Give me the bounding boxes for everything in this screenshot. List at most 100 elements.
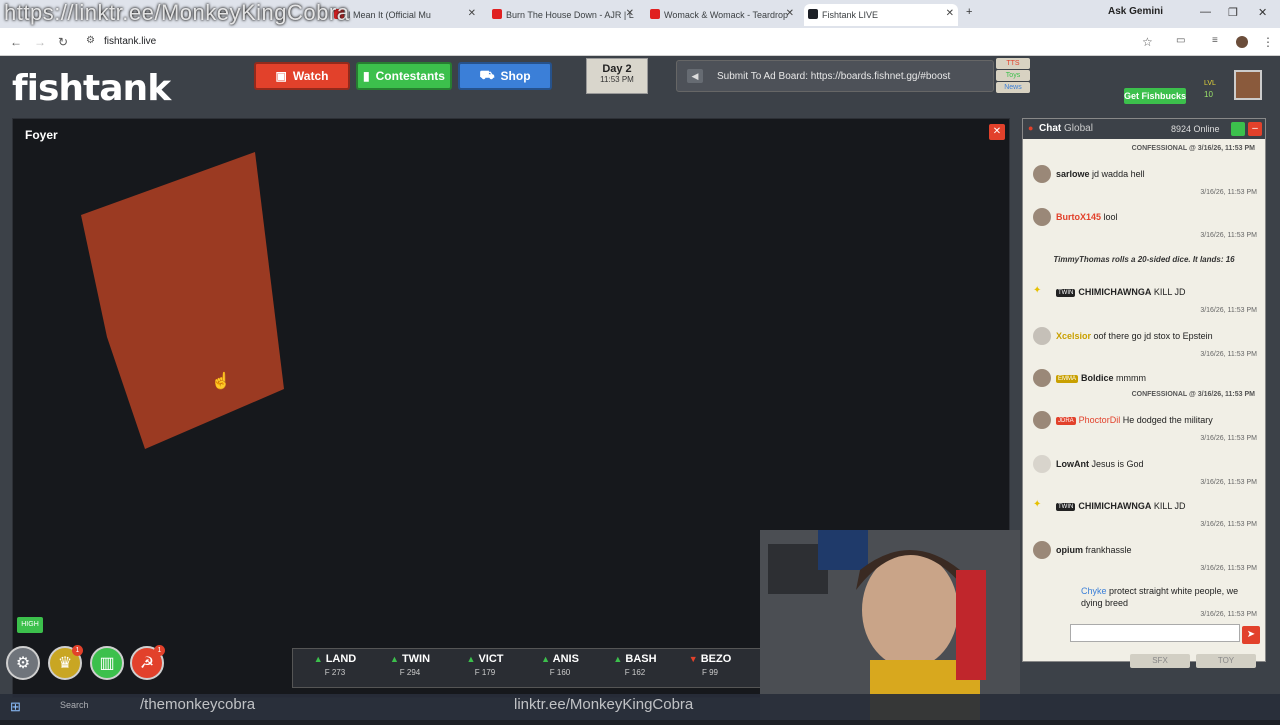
stream-watermark: https://linktr.ee/MonkeyKingCobra <box>4 0 350 25</box>
red-block <box>81 152 284 449</box>
get-fishbucks-button[interactable]: Get Fishbucks <box>1124 88 1186 104</box>
arrow-up-icon: ▲ <box>389 654 399 664</box>
browser-tab-active[interactable]: Fishtank LIVE ✕ <box>804 4 958 26</box>
profile-avatar[interactable] <box>1236 36 1248 48</box>
overlay-handle-left: /themonkeycobra <box>140 696 256 713</box>
browser-tab[interactable]: I Mean It (Official Mu ✕ <box>330 4 480 26</box>
arrow-left-icon[interactable]: ◀ <box>687 69 703 83</box>
online-count: 8924 Online <box>1171 124 1220 134</box>
forward-icon[interactable]: → <box>34 35 46 49</box>
bucket-icon: ▥ <box>99 655 115 672</box>
items-button[interactable]: ♛ 1 <box>48 645 83 680</box>
side-tags: TTS Toys News <box>996 58 1030 94</box>
menu-icon[interactable]: ⋮ <box>1262 35 1274 49</box>
person-icon: ▮ <box>363 69 370 83</box>
fishtank-site: fishtank ▣ Watch ▮ Contestants ⛟ Shop Da… <box>0 56 1280 720</box>
ticker-item[interactable]: ▲ ANIS F 160 <box>524 653 596 677</box>
back-icon[interactable]: ← <box>10 35 22 49</box>
sfx-button[interactable]: SFX <box>1130 654 1190 668</box>
contestants-button[interactable]: ▮ Contestants <box>356 62 452 90</box>
webcam-feed <box>760 530 1020 720</box>
chat-settings-icon[interactable] <box>1231 122 1245 136</box>
chat-bubble-icon: ● <box>1028 123 1034 133</box>
ticker-item[interactable]: ▲ TWIN F 294 <box>374 653 446 677</box>
close-window-icon[interactable]: ✕ <box>1258 6 1267 19</box>
avatar <box>1033 369 1051 387</box>
ask-gemini-button[interactable]: Ask Gemini <box>1108 6 1163 17</box>
youtube-icon <box>650 9 660 19</box>
watch-button[interactable]: ▣ Watch <box>254 62 350 90</box>
crown-icon: ♛ <box>57 655 73 672</box>
close-tab-icon[interactable]: ✕ <box>786 8 794 19</box>
taskbar-search[interactable]: Search <box>60 700 89 710</box>
chat-header: ● Chat Global 8924 Online – <box>1023 119 1265 139</box>
hammer-sickle-icon: ☭ <box>139 655 155 672</box>
minimize-icon[interactable]: — <box>1200 6 1211 18</box>
notification-badge: 1 <box>154 645 165 656</box>
close-tab-icon[interactable]: ✕ <box>946 8 954 19</box>
streamer-webcam <box>760 530 1020 720</box>
fish-icon <box>808 9 818 19</box>
mouse-cursor-icon: ☝ <box>211 373 231 390</box>
inventory-button[interactable]: ▥ <box>90 646 124 680</box>
user-coins: 10 <box>1204 90 1213 99</box>
arrow-up-icon: ▲ <box>541 654 550 664</box>
avatar <box>1033 208 1051 226</box>
browser-tab[interactable]: Womack & Womack - Teardrop ✕ <box>646 4 798 26</box>
stock-ticker: ▲ LAND F 273 ▲ TWIN F 294 ▲ VICT F 179 ▲… <box>292 648 766 688</box>
chat-panel: ● Chat Global 8924 Online – CONFESSIONAL… <box>1022 118 1266 662</box>
user-level: LVL <box>1204 80 1216 87</box>
confessional-divider: CONFESSIONAL @ 3/16/26, 11:53 PM <box>1131 391 1255 398</box>
arrow-up-icon: ▲ <box>613 654 623 664</box>
settings-button[interactable]: ⚙ <box>6 646 40 680</box>
cart-icon: ⛟ <box>479 68 495 82</box>
close-tab-icon[interactable]: ✕ <box>468 8 476 19</box>
chat-input[interactable] <box>1070 624 1240 642</box>
new-tab-icon[interactable]: + <box>966 6 972 18</box>
arrow-down-icon: ▼ <box>688 654 698 664</box>
chat-close-icon[interactable]: – <box>1248 122 1262 136</box>
user-avatar[interactable] <box>1234 70 1262 100</box>
youtube-icon <box>492 9 502 19</box>
avatar <box>1033 165 1051 183</box>
avatar <box>1033 411 1051 429</box>
confessional-divider: CONFESSIONAL @ 3/16/26, 11:53 PM <box>1131 145 1255 152</box>
ticker-item[interactable]: ▼ BEZO F 99 <box>674 653 746 677</box>
tts-tab[interactable]: TTS <box>996 58 1030 69</box>
extensions-icon[interactable]: ≡ <box>1212 35 1218 46</box>
quality-badge[interactable]: HIGH <box>17 617 43 633</box>
dice-roll-message: TimmyThomas rolls a 20-sided dice. It la… <box>1053 255 1235 264</box>
notification-badge: 1 <box>72 645 83 656</box>
avatar <box>1033 455 1051 473</box>
browser-tab[interactable]: Burn The House Down - AJR | L ✕ <box>488 4 638 26</box>
shop-button[interactable]: ⛟ Shop <box>458 62 552 90</box>
news-tab[interactable]: News <box>996 82 1030 93</box>
ticker-item[interactable]: ▲ LAND F 273 <box>299 653 371 677</box>
site-info-icon[interactable]: ⚙ <box>86 35 95 46</box>
address-bar: ← → ↻ ⚙ fishtank.live ☆ ▭ ≡ ⋮ <box>0 28 1280 56</box>
overlay-handle-right: linktr.ee/MonkeyKingCobra <box>514 696 694 713</box>
windows-start-icon[interactable]: ⊞ <box>10 699 21 715</box>
cast-icon[interactable]: ▭ <box>1176 35 1185 46</box>
actions-button[interactable]: ☭ 1 <box>130 645 165 680</box>
tv-icon: ▣ <box>275 69 287 83</box>
arrow-up-icon: ▲ <box>313 654 323 664</box>
send-icon[interactable]: ➤ <box>1242 626 1260 644</box>
ticker-item[interactable]: ▲ VICT F 179 <box>449 653 521 677</box>
fish-icon: ✦ <box>1033 499 1042 510</box>
bookmark-star-icon[interactable]: ☆ <box>1142 35 1153 49</box>
reload-icon[interactable]: ↻ <box>58 35 68 49</box>
avatar <box>1033 541 1051 559</box>
day-clock: Day 2 11:53 PM <box>586 58 648 94</box>
gear-icon: ⚙ <box>15 655 31 672</box>
maximize-icon[interactable]: ❐ <box>1228 6 1238 19</box>
toys-tab[interactable]: Toys <box>996 70 1030 81</box>
ad-board[interactable]: ◀ Submit To Ad Board: https://boards.fis… <box>676 60 994 92</box>
url-field[interactable]: fishtank.live <box>104 36 156 47</box>
toy-button[interactable]: TOY <box>1196 654 1256 668</box>
arrow-up-icon: ▲ <box>466 654 476 664</box>
close-tab-icon[interactable]: ✕ <box>626 8 634 19</box>
fishtank-logo[interactable]: fishtank <box>12 68 171 109</box>
fish-icon: ✦ <box>1033 285 1042 296</box>
ticker-item[interactable]: ▲ BASH F 162 <box>599 653 671 677</box>
